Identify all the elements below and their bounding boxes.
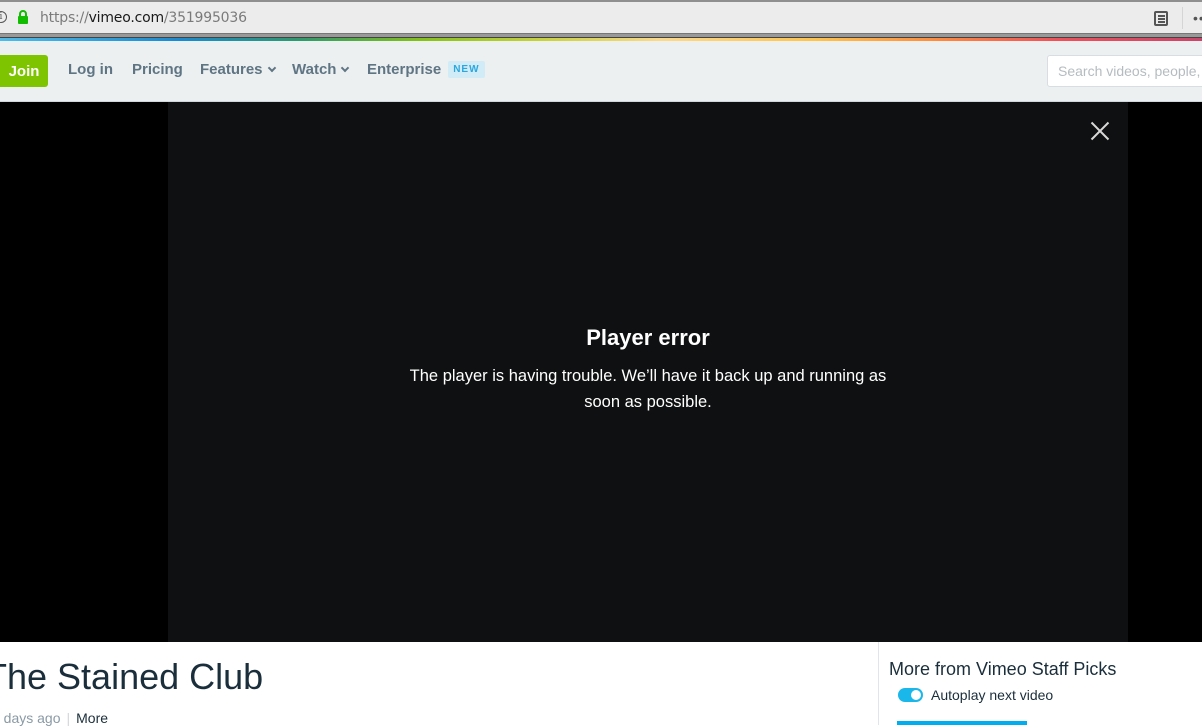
autoplay-toggle[interactable] (898, 688, 923, 702)
posted-time: 3 days ago (0, 710, 61, 726)
close-icon[interactable] (1088, 119, 1112, 143)
autoplay-toggle-row[interactable]: Autoplay next video (898, 687, 1053, 703)
url-scheme: https:// (40, 10, 89, 26)
new-badge: NEW (448, 61, 485, 78)
url-path: /351995036 (163, 10, 247, 26)
chevron-down-icon (267, 63, 276, 72)
chevron-down-icon (341, 63, 350, 72)
video-player[interactable]: Player error The player is having troubl… (168, 102, 1128, 642)
sidebar-divider (878, 642, 879, 725)
lock-icon (18, 10, 28, 24)
meta-divider: | (66, 710, 71, 726)
info-icon[interactable]: i (0, 11, 7, 23)
search-box[interactable] (1047, 55, 1202, 87)
video-meta: 3 days ago | More (0, 710, 108, 726)
join-button[interactable]: Join (0, 55, 48, 87)
top-nav: Join Log in Pricing Features Watch Enter… (0, 41, 1202, 102)
toolbar-divider (1182, 7, 1183, 29)
autoplay-label: Autoplay next video (931, 687, 1054, 703)
search-input[interactable] (1048, 56, 1202, 86)
error-title: Player error (586, 325, 710, 350)
error-message: The player is having trouble. We’ll have… (409, 367, 887, 411)
features-label: Features (200, 61, 263, 78)
watch-menu[interactable]: Watch (292, 61, 350, 78)
video-stage: Player error The player is having troubl… (0, 102, 1202, 642)
enterprise-link[interactable]: Enterprise NEW (367, 61, 485, 78)
watch-label: Watch (292, 61, 337, 78)
features-menu[interactable]: Features (200, 61, 276, 78)
login-link[interactable]: Log in (68, 61, 113, 78)
url-host: vimeo.com (88, 10, 164, 26)
video-title: The Stained Club (0, 656, 264, 697)
browser-url-bar: i https://vimeo.com/351995036 •• (0, 0, 1202, 33)
address-bar[interactable]: https://vimeo.com/351995036 (40, 10, 247, 26)
sidebar-title: More from Vimeo Staff Picks (889, 659, 1117, 679)
more-icon[interactable]: •• (1193, 10, 1202, 26)
more-link[interactable]: More (76, 710, 108, 726)
active-tab-indicator (897, 721, 1027, 725)
pricing-link[interactable]: Pricing (132, 61, 183, 78)
enterprise-label: Enterprise (367, 61, 442, 78)
reader-view-icon[interactable] (1154, 11, 1168, 26)
